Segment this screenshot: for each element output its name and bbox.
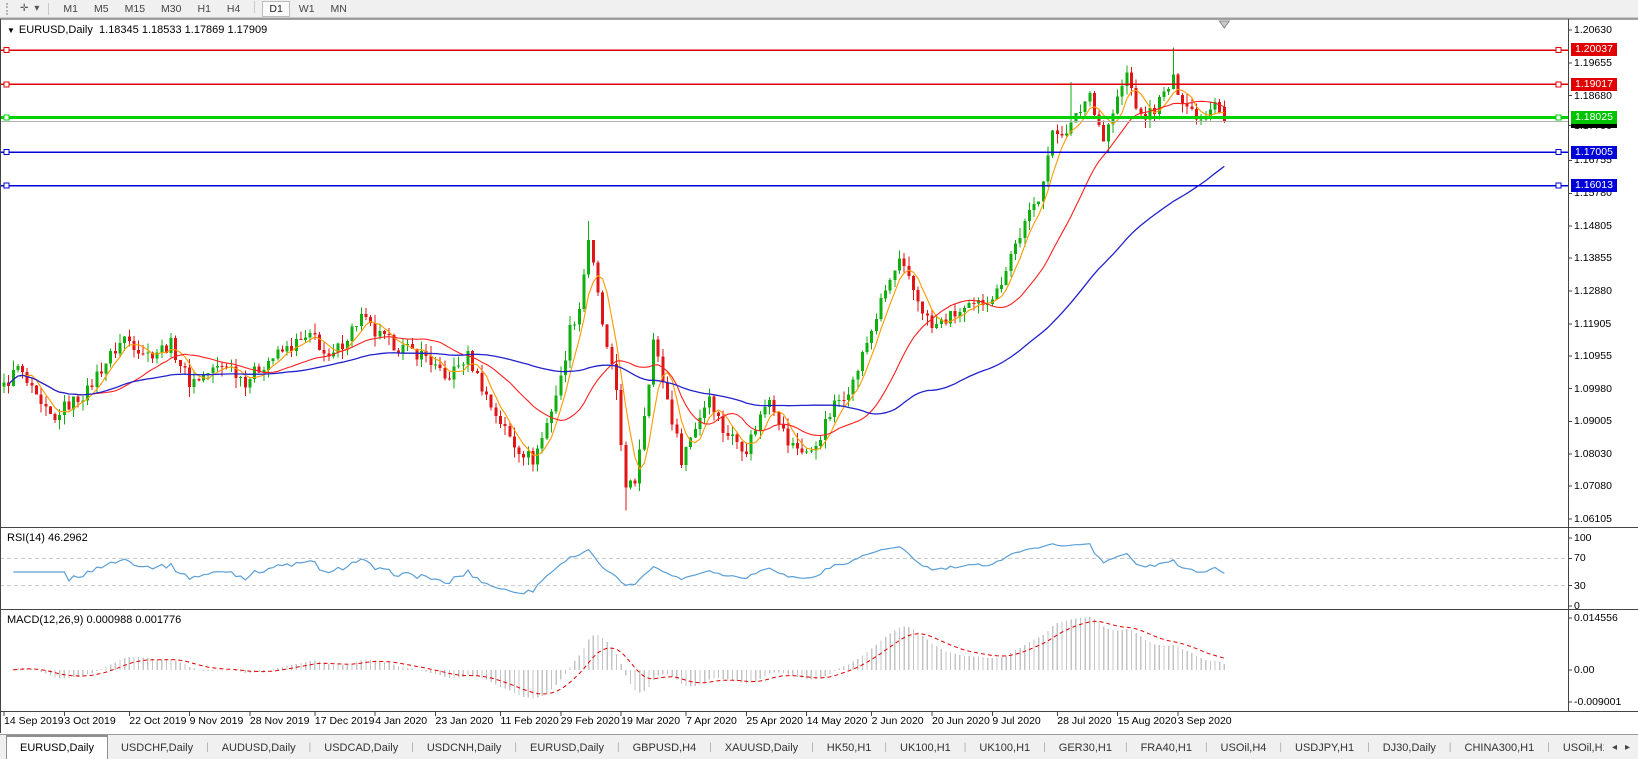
chart-tab-ger30-h1[interactable]: GER30,H1 xyxy=(1046,735,1125,759)
chart-title: ▼ EURUSD,Daily 1.18345 1.18533 1.17869 1.… xyxy=(7,24,267,36)
date-tick-label: 28 Jul 2020 xyxy=(1057,715,1112,727)
chart-tab-uk100-h1[interactable]: UK100,H1 xyxy=(887,735,964,759)
tab-scroll-arrows: ◂ ▸ xyxy=(1604,735,1638,759)
rsi-tick-label: 0 xyxy=(1574,600,1580,612)
chart-tab-fra40-h1[interactable]: FRA40,H1 xyxy=(1128,735,1205,759)
tab-scroll-right-icon[interactable]: ▸ xyxy=(1625,742,1630,753)
date-tick-label: 7 Apr 2020 xyxy=(686,715,737,727)
chart-tab-xauusd-daily[interactable]: XAUUSD,Daily xyxy=(712,735,811,759)
date-tick-label: 2 Jun 2020 xyxy=(871,715,924,727)
chart-tab-gbpusd-h4[interactable]: GBPUSD,H4 xyxy=(620,735,710,759)
chart-tab-hk50-h1[interactable]: HK50,H1 xyxy=(814,735,885,759)
chart-tab-usdchf-daily[interactable]: USDCHF,Daily xyxy=(108,735,206,759)
chart-ohlc-values: 1.18345 1.18533 1.17869 1.17909 xyxy=(99,24,268,36)
chart-tab-eurusd-daily[interactable]: EURUSD,Daily xyxy=(517,735,617,759)
date-tick-label: 9 Jul 2020 xyxy=(992,715,1041,727)
macd-tick-label: -0.009001 xyxy=(1574,696,1622,709)
date-tick-label: 20 Jun 2020 xyxy=(932,715,990,727)
hline-price-label: 1.19017 xyxy=(1571,77,1617,91)
price-tick-label: 1.10955 xyxy=(1574,349,1612,362)
chart-tab-eurusd-daily[interactable]: EURUSD,Daily xyxy=(6,735,108,759)
rsi-tick-label: 30 xyxy=(1574,579,1586,592)
price-tick-label: 1.14805 xyxy=(1574,220,1612,233)
date-tick-label: 4 Jan 2020 xyxy=(375,715,428,727)
date-tick-label: 14 May 2020 xyxy=(806,715,868,727)
chart-symbol-label: EURUSD,Daily xyxy=(18,24,93,36)
chart-tab-usdcad-daily[interactable]: USDCAD,Daily xyxy=(311,735,411,759)
chart-tab-audusd-daily[interactable]: AUDUSD,Daily xyxy=(209,735,309,759)
macd-indicator-label: MACD(12,26,9) 0.000988 0.001776 xyxy=(7,614,182,626)
chart-tab-dj30-daily[interactable]: DJ30,Daily xyxy=(1370,735,1449,759)
date-tick-label: 9 Nov 2019 xyxy=(189,715,244,727)
macd-tick-label: 0.00 xyxy=(1574,664,1595,676)
chart-menu-icon[interactable]: ▼ xyxy=(7,26,15,35)
price-tick-label: 1.08030 xyxy=(1574,448,1612,461)
date-tick-label: 29 Feb 2020 xyxy=(560,715,620,727)
rsi-tick-label: 100 xyxy=(1574,532,1592,544)
chart-tab-usdcnh-daily[interactable]: USDCNH,Daily xyxy=(414,735,515,759)
date-tick-label: 3 Sep 2020 xyxy=(1177,715,1232,727)
date-tick-label: 25 Apr 2020 xyxy=(746,715,804,727)
chart-tab-usoil-h1[interactable]: USOil,H1 xyxy=(1550,735,1604,759)
price-tick-label: 1.19655 xyxy=(1574,56,1612,69)
mt4-window: ✛ ▾ M1 M5 M15 M30 H1 H4 D1 W1 MN ▼ EURUSD,Daily 1… xyxy=(0,0,1638,759)
chart-tab-usdjpy-h1[interactable]: USDJPY,H1 xyxy=(1282,735,1367,759)
date-tick-label: 15 Aug 2020 xyxy=(1117,715,1177,727)
date-tick-label: 19 Mar 2020 xyxy=(621,715,681,727)
chart-tab-china300-h1[interactable]: CHINA300,H1 xyxy=(1452,735,1548,759)
tab-scroll-left-icon[interactable]: ◂ xyxy=(1612,742,1617,753)
price-tick-label: 1.11905 xyxy=(1574,317,1612,330)
chart-tabs-bar: EURUSD,Daily USDCHF,Daily | AUDUSD,Daily | US… xyxy=(0,734,1638,759)
hline-price-label: 1.18025 xyxy=(1571,111,1617,125)
price-tick-label: 1.09005 xyxy=(1574,415,1612,428)
rsi-indicator-label: RSI(14) 46.2962 xyxy=(7,532,88,544)
chart-tab-uk100-h1[interactable]: UK100,H1 xyxy=(966,735,1043,759)
price-tick-label: 1.20630 xyxy=(1574,24,1612,36)
price-tick-label: 1.12880 xyxy=(1574,284,1612,297)
date-tick-label: 22 Oct 2019 xyxy=(129,715,187,727)
price-tick-label: 1.06105 xyxy=(1574,513,1612,526)
rsi-tick-label: 70 xyxy=(1574,552,1586,565)
date-tick-label: 14 Sep 2019 xyxy=(4,715,64,727)
date-tick-label: 11 Feb 2020 xyxy=(500,715,559,727)
hline-price-label: 1.16013 xyxy=(1571,178,1617,192)
chart-tabs: EURUSD,Daily USDCHF,Daily | AUDUSD,Daily | US… xyxy=(0,735,1604,759)
date-tick-label: 23 Jan 2020 xyxy=(435,715,494,727)
price-tick-label: 1.09980 xyxy=(1574,382,1612,395)
price-tick-label: 1.07080 xyxy=(1574,480,1612,493)
price-tick-label: 1.18680 xyxy=(1574,89,1612,102)
chart-canvas[interactable] xyxy=(0,0,1638,759)
macd-tick-label: 0.014556 xyxy=(1574,612,1618,625)
date-tick-label: 17 Dec 2019 xyxy=(314,715,375,727)
hline-price-label: 1.20037 xyxy=(1571,43,1617,57)
date-tick-label: 3 Oct 2019 xyxy=(64,715,116,727)
price-tick-label: 1.13855 xyxy=(1574,252,1612,265)
chart-tab-usoil-h4[interactable]: USOil,H4 xyxy=(1208,735,1280,759)
date-tick-label: 28 Nov 2019 xyxy=(249,715,310,727)
hline-price-label: 1.17005 xyxy=(1571,145,1617,159)
